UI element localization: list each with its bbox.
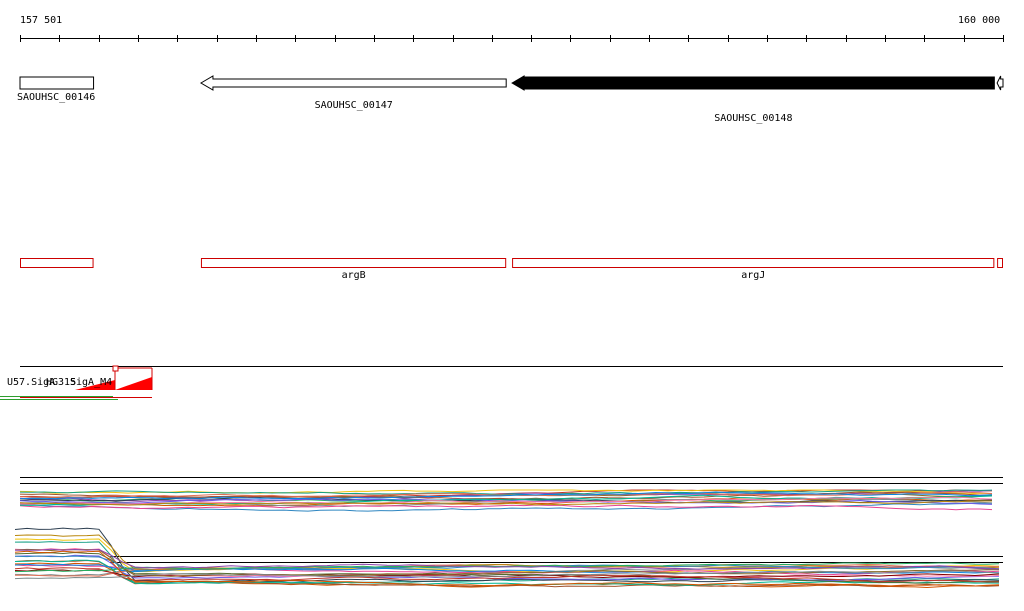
expression-line — [19, 502, 993, 512]
gene-feature — [996, 75, 1004, 91]
expression-track-1 — [19, 477, 1003, 512]
genome-browser-view: 157 501 160 000 SAOUHSC_00146 SAOUHSC_00… — [0, 0, 1024, 611]
signal-track — [0, 365, 1003, 400]
signal-label: SigA_M4 — [70, 377, 113, 388]
annotation-label: argB — [341, 270, 366, 281]
gene-label: SAOUHSC_00146 — [17, 92, 96, 103]
annotation-track — [20, 258, 1003, 268]
gene-label: SAOUHSC_00148 — [714, 113, 793, 124]
annotation-box — [200, 258, 507, 268]
gene-track — [19, 75, 1004, 91]
tracks-canvas — [0, 35, 1004, 589]
signal-marker — [112, 365, 119, 372]
ruler-track — [20, 35, 1004, 42]
gene-feature — [511, 75, 995, 91]
annotation-box — [997, 258, 1003, 268]
expression-track-2 — [14, 527, 1003, 589]
annotation-box — [512, 258, 995, 268]
annotation-label: argJ — [741, 270, 766, 281]
signal-peak — [115, 377, 152, 390]
gene-feature — [199, 75, 507, 91]
gene-feature — [19, 76, 95, 90]
gene-label: SAOUHSC_00147 — [314, 100, 393, 111]
annotation-box — [20, 258, 94, 268]
